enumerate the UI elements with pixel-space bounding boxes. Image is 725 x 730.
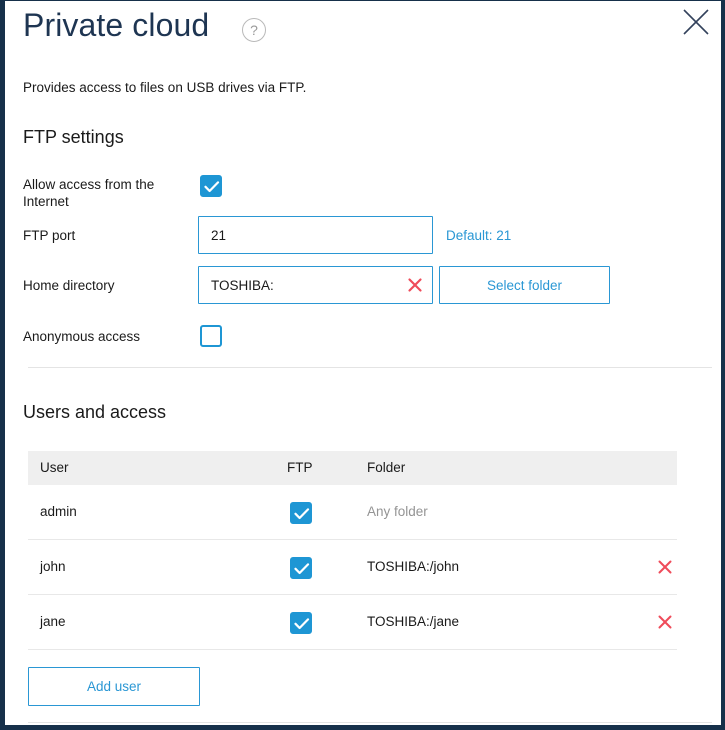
user-name: jane — [40, 614, 66, 629]
anonymous-access-label: Anonymous access — [23, 329, 141, 344]
clear-x-icon[interactable] — [406, 276, 424, 294]
allow-internet-checkbox[interactable] — [200, 175, 222, 197]
user-folder: TOSHIBA:/jane — [367, 614, 460, 629]
delete-user-icon[interactable] — [656, 613, 674, 631]
ftp-enabled-checkbox[interactable] — [290, 557, 312, 579]
user-name: john — [40, 559, 66, 574]
section-divider — [28, 367, 712, 368]
allow-internet-label: Allow access from the Internet — [23, 177, 155, 209]
ftp-port-label: FTP port — [23, 228, 76, 243]
table-row: john TOSHIBA:/john — [28, 540, 677, 595]
table-row: admin Any folder Select folder — [28, 485, 677, 540]
ftp-port-input[interactable] — [198, 216, 433, 254]
select-folder-button-home[interactable]: Select folder — [439, 266, 610, 304]
column-header-folder: Folder — [367, 460, 406, 475]
dialog-header: Private cloud ? — [5, 1, 721, 63]
bottom-divider — [28, 722, 712, 723]
add-user-button[interactable]: Add user — [28, 667, 200, 706]
column-header-user: User — [40, 460, 69, 475]
delete-user-icon[interactable] — [656, 558, 674, 576]
home-directory-input[interactable] — [198, 266, 433, 304]
user-folder: Any folder — [367, 504, 428, 519]
private-cloud-dialog: Private cloud ? Provides access to files… — [0, 0, 725, 730]
ftp-enabled-checkbox[interactable] — [290, 612, 312, 634]
home-directory-label: Home directory — [23, 278, 115, 293]
user-name: admin — [40, 504, 77, 519]
anonymous-access-checkbox[interactable] — [200, 325, 222, 347]
table-header-row: User FTP Folder — [28, 451, 677, 485]
ftp-enabled-checkbox[interactable] — [290, 502, 312, 524]
dialog-description: Provides access to files on USB drives v… — [23, 80, 307, 95]
ftp-settings-heading: FTP settings — [23, 127, 124, 147]
users-table: User FTP Folder admin Any folder Select … — [28, 451, 677, 650]
table-row: jane TOSHIBA:/jane — [28, 595, 677, 650]
page-title: Private cloud — [23, 7, 210, 43]
default-port-hint: Default: 21 — [446, 228, 512, 243]
users-and-access-heading: Users and access — [23, 402, 167, 422]
close-icon[interactable] — [679, 5, 713, 39]
user-folder: TOSHIBA:/john — [367, 559, 460, 574]
column-header-ftp: FTP — [287, 460, 313, 475]
question-mark-circle-icon[interactable]: ? — [242, 18, 266, 42]
